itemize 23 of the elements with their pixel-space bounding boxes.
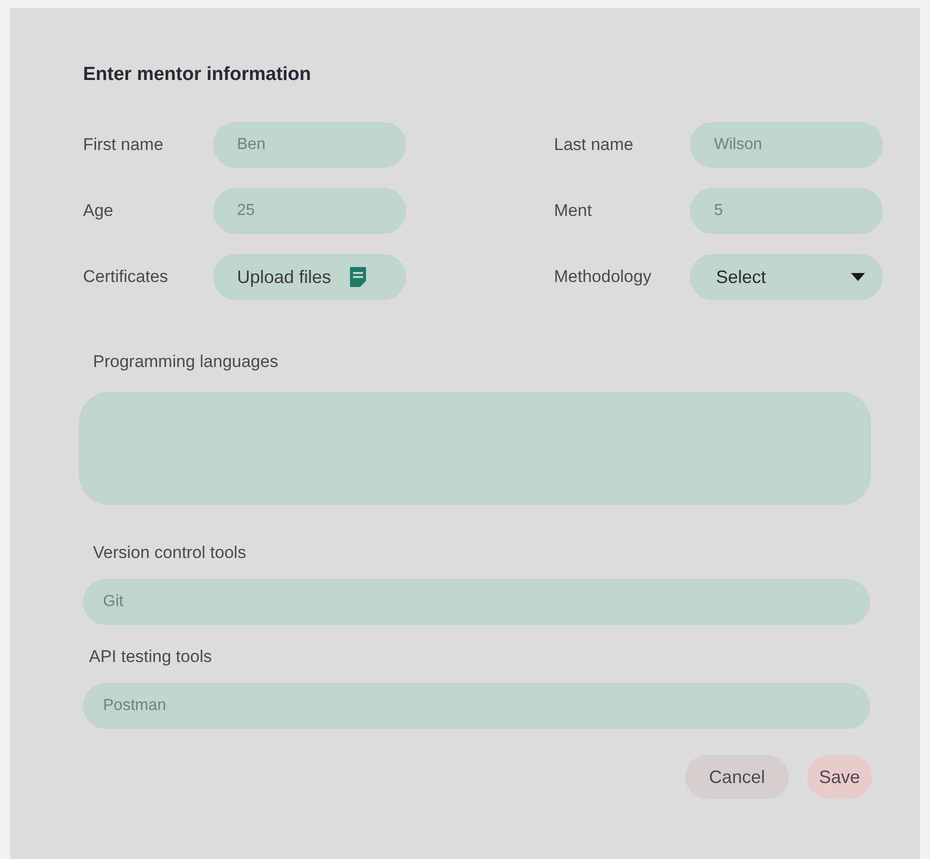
field-label: Last name [554,135,634,155]
text-field[interactable]: Git [83,579,870,625]
form-title: Enter mentor information [83,64,312,86]
text-area[interactable] [79,392,871,505]
text-field[interactable]: Postman [83,683,870,729]
field-label: Methodology [554,267,652,287]
cancel-button[interactable]: Cancel [684,755,789,799]
field-label: First name [83,135,164,155]
save-button[interactable]: Save [806,755,872,799]
document-icon [349,266,368,288]
field-label: API testing tools [89,647,213,667]
field-label: Age [83,201,114,221]
upload-button[interactable]: Upload files [213,254,406,300]
field-label: Version control tools [93,543,248,563]
text-field[interactable]: 25 [213,188,406,234]
text-field[interactable]: Wilson [690,122,883,168]
text-field[interactable]: Ben [213,122,406,168]
field-label: Ment [554,201,593,221]
field-label: Certificates [83,267,170,287]
field-label: Programming languages [93,352,280,372]
text-field[interactable]: 5 [690,188,883,234]
caret-icon [851,273,865,281]
select-dropdown[interactable]: Select [690,254,883,300]
